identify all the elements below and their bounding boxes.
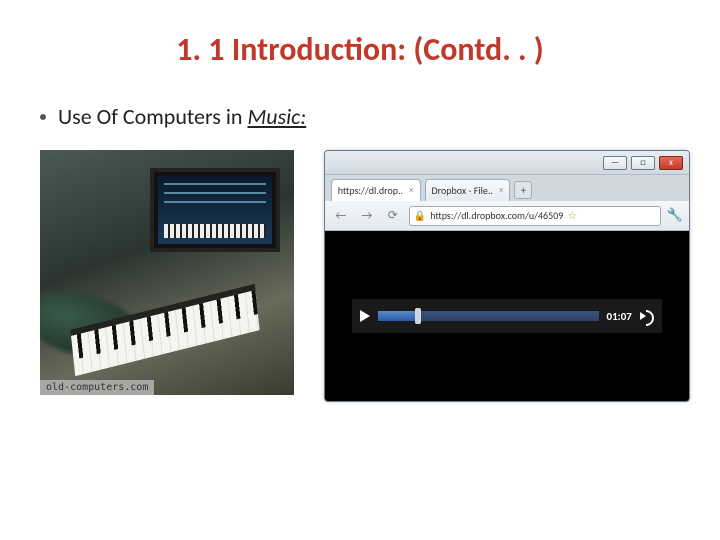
new-tab-button[interactable]: + — [514, 181, 532, 199]
bullet-emphasis: Music: — [247, 103, 306, 130]
photo-monitor-screen — [158, 176, 272, 244]
maximize-button[interactable]: □ — [631, 156, 655, 170]
bullet-dot-icon — [40, 114, 46, 120]
photo-monitor — [150, 168, 280, 252]
seek-remaining — [418, 311, 599, 321]
settings-wrench-icon[interactable]: 🔧 — [667, 208, 683, 223]
bullet-text: Use Of Computers in Music: — [58, 103, 306, 130]
toolbar: ← → ⟳ 🔒 https://dl.dropbox.com/u/46509 ☆… — [325, 201, 689, 231]
seek-bar[interactable] — [378, 311, 599, 321]
address-bar[interactable]: 🔒 https://dl.dropbox.com/u/46509 ☆ — [409, 206, 661, 226]
window-titlebar: — □ x — [325, 151, 689, 175]
back-button[interactable]: ← — [331, 206, 351, 226]
tab-label: Dropbox - File.. — [432, 184, 493, 197]
bullet-item: Use Of Computers in Music: — [40, 103, 690, 130]
forward-button[interactable]: → — [357, 206, 377, 226]
seek-progress — [378, 311, 418, 321]
tab-dropbox-file[interactable]: Dropbox - File.. × — [425, 179, 511, 201]
slide: 1. 1 Introduction: (Contd. . ) Use Of Co… — [0, 0, 720, 540]
close-button[interactable]: x — [659, 156, 683, 170]
bullet-prefix: Use Of Computers in — [58, 103, 247, 130]
play-button-icon[interactable] — [360, 310, 370, 322]
tab-dropbox-dl[interactable]: https://dl.drop.. × — [331, 179, 421, 201]
bookmark-star-icon[interactable]: ☆ — [567, 209, 577, 222]
time-display: 01:07 — [607, 310, 632, 323]
images-row: old-computers.com — □ x https://dl.drop.… — [40, 150, 690, 402]
music-keyboard-photo: old-computers.com — [40, 150, 294, 395]
address-url: https://dl.dropbox.com/u/46509 — [430, 209, 563, 222]
close-tab-icon[interactable]: × — [499, 185, 503, 196]
browser-window: — □ x https://dl.drop.. × Dropbox - File… — [324, 150, 690, 402]
browser-content: 01:07 — [325, 231, 689, 401]
minimize-button[interactable]: — — [603, 156, 627, 170]
media-player: 01:07 — [352, 299, 662, 333]
slide-title: 1. 1 Introduction: (Contd. . ) — [30, 30, 690, 69]
close-tab-icon[interactable]: × — [409, 185, 413, 196]
photo-screen-piano-icon — [164, 224, 266, 238]
photo-watermark: old-computers.com — [40, 380, 154, 395]
tab-strip: https://dl.drop.. × Dropbox - File.. × + — [325, 175, 689, 201]
seek-thumb[interactable] — [415, 308, 421, 324]
volume-icon[interactable] — [640, 309, 654, 323]
reload-button[interactable]: ⟳ — [383, 206, 403, 226]
tab-label: https://dl.drop.. — [338, 184, 403, 197]
lock-icon: 🔒 — [414, 209, 426, 222]
